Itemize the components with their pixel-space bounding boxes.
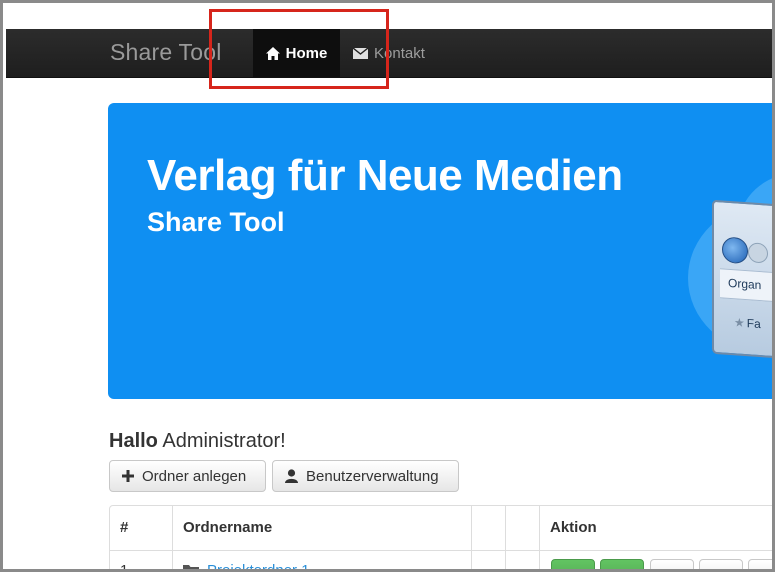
row-number: 1 (120, 562, 129, 572)
favorites-item: ★ Fa (734, 315, 761, 331)
folder-table: # Ordnername Aktion 1 Projektordner 1 (109, 505, 772, 572)
header-number: # (120, 519, 129, 536)
greeting-name: Administrator! (162, 430, 286, 452)
action-button[interactable] (748, 559, 772, 569)
edit-button[interactable] (551, 559, 595, 569)
header-action: Aktion (550, 519, 597, 536)
plus-icon (122, 470, 134, 482)
add-folder-button[interactable]: Ordner anlegen (109, 460, 266, 492)
explorer-window-illustration: Organ ★ Fa (712, 199, 772, 361)
column-divider (539, 506, 540, 569)
explorer-toolbar: Organ (720, 268, 772, 305)
hero-banner: Verlag für Neue Medien Share Tool Organ … (108, 103, 772, 399)
column-divider (505, 506, 506, 569)
star-icon: ★ (734, 315, 745, 331)
highlight-annotation (209, 9, 389, 89)
folder-link[interactable]: Projektordner 1 (207, 562, 310, 569)
hero-title: Verlag für Neue Medien (147, 151, 623, 200)
row-divider (110, 550, 772, 551)
brand-logo[interactable]: Share Tool (110, 39, 222, 66)
greeting-heading: Hallo Administrator! (109, 430, 286, 453)
hero-subtitle: Share Tool (147, 207, 285, 237)
table-row: Projektordner 1 (183, 562, 310, 569)
action-button[interactable] (650, 559, 694, 569)
favorites-label: Fa (746, 316, 761, 332)
back-arrow-icon (722, 236, 748, 265)
top-navbar: Share Tool Home Kontakt (6, 29, 772, 78)
column-divider (172, 506, 173, 569)
column-divider (471, 506, 472, 569)
action-button[interactable] (699, 559, 743, 569)
organize-label: Organ (728, 275, 762, 293)
greeting-prefix: Hallo (109, 430, 158, 452)
user-icon (285, 469, 298, 483)
folder-icon (183, 564, 199, 569)
add-folder-label: Ordner anlegen (142, 467, 247, 485)
screenshot-frame: Share Tool Home Kontakt Verlag für Neue … (0, 0, 775, 572)
user-management-button[interactable]: Benutzerverwaltung (272, 460, 459, 492)
user-management-label: Benutzerverwaltung (306, 467, 439, 485)
header-folder-name[interactable]: Ordnername (183, 519, 272, 536)
share-button[interactable] (600, 559, 644, 569)
forward-arrow-icon (748, 242, 768, 264)
